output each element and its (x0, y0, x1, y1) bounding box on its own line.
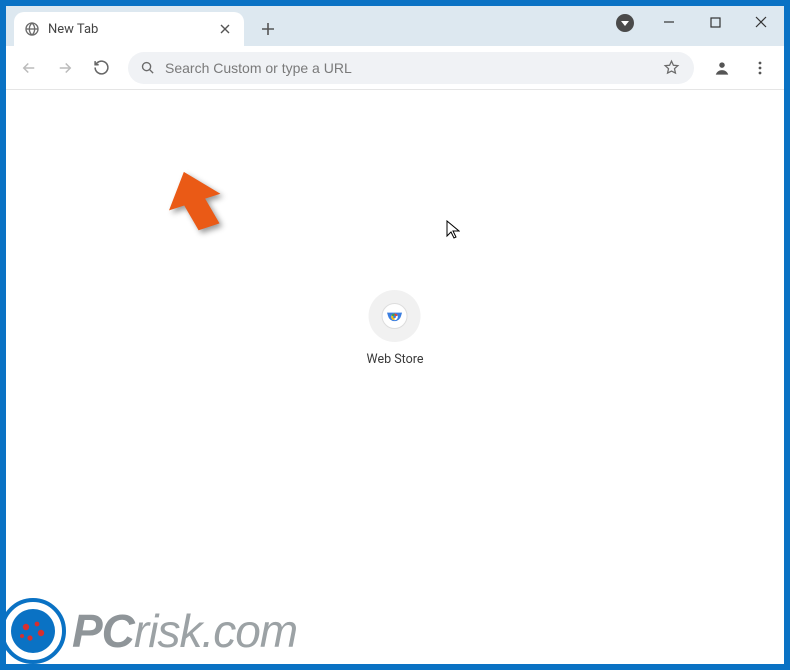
shortcut-web-store[interactable]: Web Store (367, 290, 424, 367)
tab-active[interactable]: New Tab (14, 12, 244, 46)
minimize-button[interactable] (646, 6, 692, 38)
reload-button[interactable] (86, 53, 116, 83)
window-controls (646, 6, 784, 38)
watermark-prefix: PC (72, 605, 134, 657)
new-tab-button[interactable] (254, 15, 282, 43)
watermark-suffix: risk.com (134, 605, 297, 657)
toolbar (6, 46, 784, 90)
watermark-text: PCrisk.com (72, 608, 297, 654)
shortcut-tile (369, 290, 421, 342)
watermark-logo: PCrisk.com (0, 598, 297, 664)
bookmark-star-icon[interactable] (663, 59, 680, 76)
address-input[interactable] (165, 60, 653, 76)
search-icon (140, 60, 155, 75)
forward-button[interactable] (50, 53, 80, 83)
profile-button[interactable] (706, 52, 738, 84)
titlebar: New Tab (6, 6, 784, 46)
extension-indicator-icon[interactable] (616, 14, 634, 32)
close-window-button[interactable] (738, 6, 784, 38)
shortcut-label: Web Store (367, 352, 424, 367)
menu-button[interactable] (744, 52, 776, 84)
tab-close-button[interactable] (216, 20, 234, 38)
annotation-arrow-icon (164, 168, 226, 242)
address-bar[interactable] (128, 52, 694, 84)
maximize-button[interactable] (692, 6, 738, 38)
watermark-badge-icon (0, 598, 66, 664)
browser-window: New Tab (6, 6, 784, 664)
cursor-icon (446, 220, 460, 244)
back-button[interactable] (14, 53, 44, 83)
page-content: Web Store PCrisk.com (6, 90, 784, 664)
tab-title: New Tab (48, 22, 98, 37)
web-store-icon (382, 303, 408, 329)
globe-icon (24, 21, 40, 37)
